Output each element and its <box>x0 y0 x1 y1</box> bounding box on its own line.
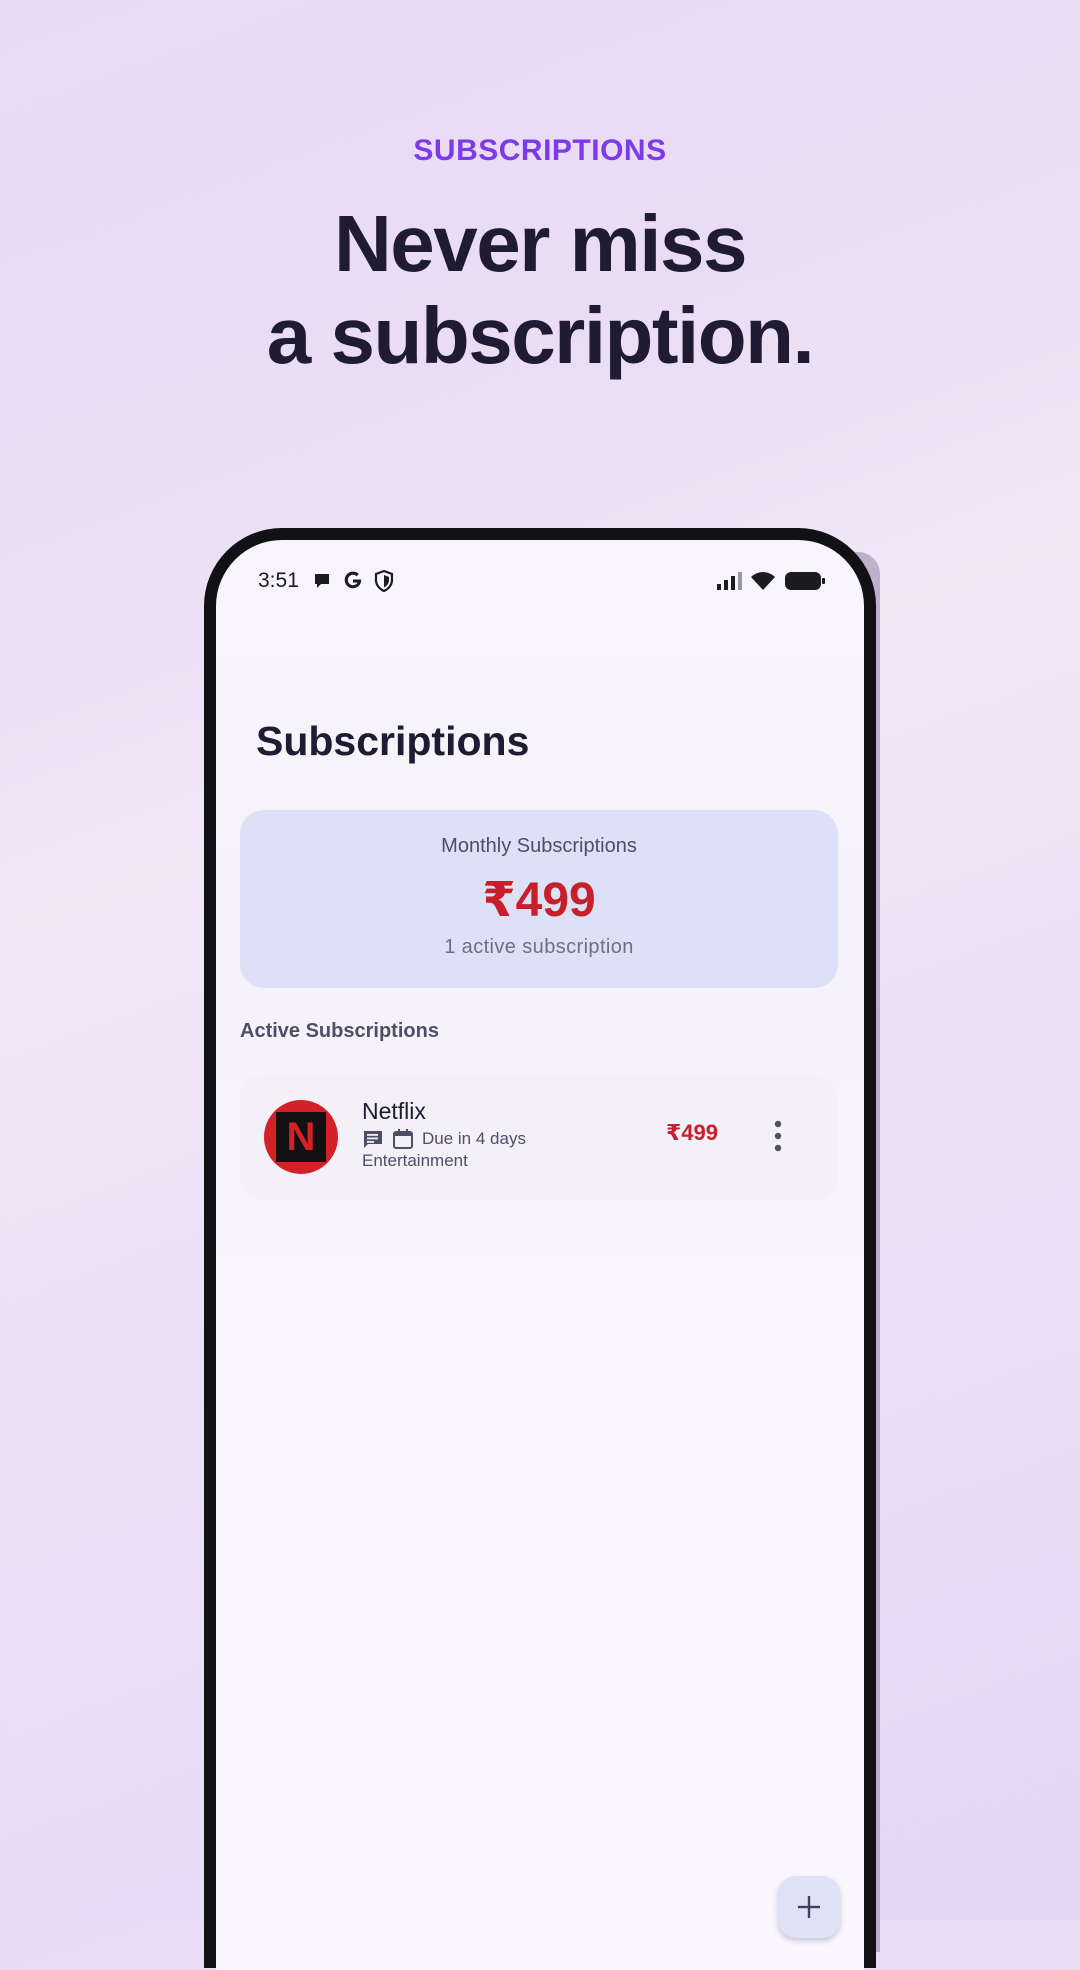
section-title: Active Subscriptions <box>240 1020 439 1042</box>
message-icon <box>315 574 329 588</box>
hero-eyebrow: SUBSCRIPTIONS <box>413 134 667 167</box>
status-time: 3:51 <box>258 569 299 592</box>
add-subscription-button[interactable] <box>778 1876 840 1938</box>
page-title: Subscriptions <box>256 718 530 764</box>
subscription-meta: Due in 4 days <box>362 1128 526 1150</box>
battery-icon <box>785 572 825 590</box>
summary-active-count: 1 active subscription <box>444 936 634 958</box>
status-right-icons <box>716 570 826 592</box>
headline-line-2: a subscription. <box>266 291 815 380</box>
status-bar: 3:51 <box>258 566 826 598</box>
hero-headline: Never miss a subscription. <box>0 198 1080 382</box>
phone-screen: 3:51 Subscriptions Monthly Subscriptions… <box>216 540 864 1970</box>
more-vert-icon[interactable] <box>770 1118 786 1154</box>
subscription-row-netflix[interactable]: N Netflix Due in 4 days Entertainment ₹4… <box>240 1074 838 1200</box>
subscription-due: Due in 4 days <box>422 1129 526 1148</box>
wifi-icon <box>751 572 775 590</box>
subscription-name: Netflix <box>362 1098 426 1124</box>
headline-line-1: Never miss <box>334 199 747 288</box>
calendar-icon <box>393 1129 413 1149</box>
signal-icon <box>717 572 742 590</box>
summary-label: Monthly Subscriptions <box>441 835 637 857</box>
monthly-summary-card: Monthly Subscriptions ₹499 1 active subs… <box>240 810 838 988</box>
netflix-logo-letter: N <box>276 1112 326 1162</box>
summary-amount: ₹499 <box>482 874 596 927</box>
plus-icon <box>798 1896 820 1918</box>
shield-icon <box>374 570 394 592</box>
status-left-icons <box>312 570 394 592</box>
phone-frame: 3:51 Subscriptions Monthly Subscriptions… <box>204 528 876 1970</box>
notes-icon <box>364 1131 382 1148</box>
subscription-category: Entertainment <box>362 1151 468 1170</box>
google-icon <box>344 571 362 589</box>
subscription-price: ₹499 <box>665 1120 718 1145</box>
netflix-logo: N <box>264 1100 338 1174</box>
